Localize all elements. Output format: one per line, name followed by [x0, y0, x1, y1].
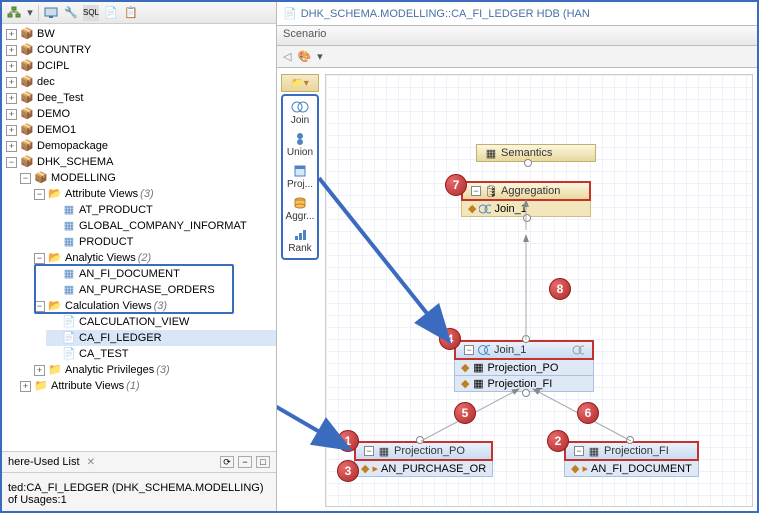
doc-icon[interactable]: 📄: [103, 5, 119, 21]
palette-icon[interactable]: 🎨: [297, 50, 311, 63]
scenario-canvas[interactable]: 📁▾ Join Union Proj... Aggr... Rank: [277, 68, 757, 511]
tree-leaf-an-purchase-orders[interactable]: ▦AN_PURCHASE_ORDERS: [46, 282, 276, 298]
monitor-icon[interactable]: [43, 5, 59, 21]
tree-item-demo1[interactable]: +📦DEMO1: [4, 122, 276, 138]
view-icon: ▦: [62, 219, 76, 233]
join-icon: [478, 344, 490, 356]
tree-folder-attr-views[interactable]: −📂Attribute Views(3): [32, 186, 276, 202]
node-aggregation[interactable]: −🛢Aggregation ◆Join_1: [461, 181, 591, 217]
tree-folder-attr-views2[interactable]: +📁Attribute Views(1): [18, 378, 276, 394]
node-projection-po[interactable]: −▦Projection_PO ◆▸AN_PURCHASE_OR: [354, 441, 493, 477]
back-button[interactable]: ◁: [283, 50, 291, 63]
node-join1[interactable]: −Join_1 ◆▦Projection_PO ◆▦Projection_FI: [454, 340, 594, 392]
collapse-icon[interactable]: −: [471, 186, 481, 196]
aggregation-icon: 🛢: [485, 185, 497, 197]
node-semantics[interactable]: ▦Semantics: [476, 144, 596, 162]
folder-icon: 📁: [34, 379, 48, 393]
package-icon: 📦: [20, 91, 34, 105]
where-used-title: here-Used List: [8, 456, 80, 468]
palette-drawer-icon[interactable]: 📁▾: [281, 74, 319, 92]
tree-item-modelling[interactable]: −📦MODELLING: [18, 170, 276, 186]
where-used-panel: here-Used List ✕ ⟳ − □ ted:CA_FI_LEDGER …: [2, 451, 276, 511]
minimize-button[interactable]: −: [238, 456, 252, 468]
package-icon: 📦: [34, 171, 48, 185]
join-icon: [479, 203, 491, 215]
folder-open-icon: 📂: [48, 299, 62, 313]
tree-leaf-at-product[interactable]: ▦AT_PRODUCT: [46, 202, 276, 218]
tree-folder-analytic-views[interactable]: −📂Analytic Views(2): [32, 250, 276, 266]
node-projection-po-input: ◆▸AN_PURCHASE_OR: [354, 461, 493, 477]
projection-icon: ▦: [378, 445, 390, 457]
tree-item-demo[interactable]: +📦DEMO: [4, 106, 276, 122]
package-icon: 📦: [20, 27, 34, 41]
collapse-icon[interactable]: −: [574, 446, 584, 456]
palette-rank[interactable]: Rank: [288, 228, 311, 254]
tree-item-dcipl[interactable]: +📦DCIPL: [4, 58, 276, 74]
scenario-toolbar: ◁ 🎨 ▾: [277, 46, 757, 68]
collapse-icon[interactable]: −: [364, 446, 374, 456]
node-palette: Join Union Proj... Aggr... Rank: [281, 94, 319, 260]
package-icon: 📦: [20, 75, 34, 89]
palette-join[interactable]: Join: [291, 100, 309, 126]
semantics-icon: ▦: [485, 147, 497, 159]
palette-aggregation[interactable]: Aggr...: [286, 196, 315, 222]
refresh-button[interactable]: ⟳: [220, 456, 234, 468]
tree-leaf-ca-test[interactable]: 📄CA_TEST: [46, 346, 276, 362]
node-join1-input-po: ◆▦Projection_PO: [454, 360, 594, 376]
dropdown-icon[interactable]: ▾: [26, 5, 34, 21]
tree-item-country[interactable]: +📦COUNTRY: [4, 42, 276, 58]
tree-folder-analytic-priv[interactable]: +📁Analytic Privileges(3): [32, 362, 276, 378]
view-icon: ▦: [62, 267, 76, 281]
tree-folder-calc-views[interactable]: −📂Calculation Views(3): [32, 298, 276, 314]
where-used-usages: of Usages:1: [8, 494, 270, 506]
package-icon: 📦: [20, 107, 34, 121]
package-icon: 📦: [20, 139, 34, 153]
calc-view-icon: 📄: [62, 331, 76, 345]
tree-leaf-product[interactable]: ▦PRODUCT: [46, 234, 276, 250]
tree-item-dec[interactable]: +📦dec: [4, 74, 276, 90]
view-icon: ▦: [62, 283, 76, 297]
sql-icon[interactable]: SQL: [83, 5, 99, 21]
join-indicator-icon: [572, 344, 584, 356]
package-icon: 📦: [20, 123, 34, 137]
tree-toolbar: ▾ 🔧 SQL 📄 📋: [2, 2, 276, 24]
package-tree: +📦BW +📦COUNTRY +📦DCIPL +📦dec +📦Dee_Test …: [2, 24, 276, 451]
tree-item-deetest[interactable]: +📦Dee_Test: [4, 90, 276, 106]
collapse-icon[interactable]: −: [464, 345, 474, 355]
package-icon: 📦: [20, 59, 34, 73]
palette-union[interactable]: Union: [287, 132, 313, 158]
projection-icon: ▦: [472, 362, 484, 374]
editor-title: 📄 DHK_SCHEMA.MODELLING::CA_FI_LEDGER HDB…: [277, 2, 757, 26]
calc-view-icon: 📄: [62, 315, 76, 329]
palette-projection[interactable]: Proj...: [287, 164, 313, 190]
tree-leaf-calculation-view[interactable]: 📄CALCULATION_VIEW: [46, 314, 276, 330]
projection-icon: ▦: [472, 378, 484, 390]
tree-item-bw[interactable]: +📦BW: [4, 26, 276, 42]
tree-leaf-global-company[interactable]: ▦GLOBAL_COMPANY_INFORMAT: [46, 218, 276, 234]
node-projection-fi-input: ◆▸AN_FI_DOCUMENT: [564, 461, 699, 477]
tree-item-dhk[interactable]: −📦DHK_SCHEMA: [4, 154, 276, 170]
task-icon[interactable]: 📋: [123, 5, 139, 21]
canvas-grid[interactable]: ▦Semantics −🛢Aggregation ◆Join_1 −Join_1…: [325, 74, 753, 507]
tools-icon[interactable]: 🔧: [63, 5, 79, 21]
folder-open-icon: 📂: [48, 187, 62, 201]
scenario-label: Scenario: [277, 26, 757, 46]
view-icon: ▦: [62, 235, 76, 249]
folder-icon: 📁: [48, 363, 62, 377]
tree-leaf-ca-fi-ledger[interactable]: 📄CA_FI_LEDGER: [46, 330, 276, 346]
calc-view-icon: 📄: [62, 347, 76, 361]
projection-icon: ▦: [588, 445, 600, 457]
tree-leaf-an-fi-document[interactable]: ▦AN_FI_DOCUMENT: [46, 266, 276, 282]
package-icon: 📦: [20, 155, 34, 169]
maximize-button[interactable]: □: [256, 456, 270, 468]
package-icon: 📦: [20, 43, 34, 57]
tree-item-demopackage[interactable]: +📦Demopackage: [4, 138, 276, 154]
hierarchy-icon[interactable]: [6, 5, 22, 21]
dropdown-icon[interactable]: ▾: [317, 50, 323, 63]
view-icon: ▦: [62, 203, 76, 217]
node-projection-fi[interactable]: −▦Projection_FI ◆▸AN_FI_DOCUMENT: [564, 441, 699, 477]
where-used-selected: ted:CA_FI_LEDGER (DHK_SCHEMA.MODELLING): [8, 482, 270, 494]
folder-open-icon: 📂: [48, 251, 62, 265]
